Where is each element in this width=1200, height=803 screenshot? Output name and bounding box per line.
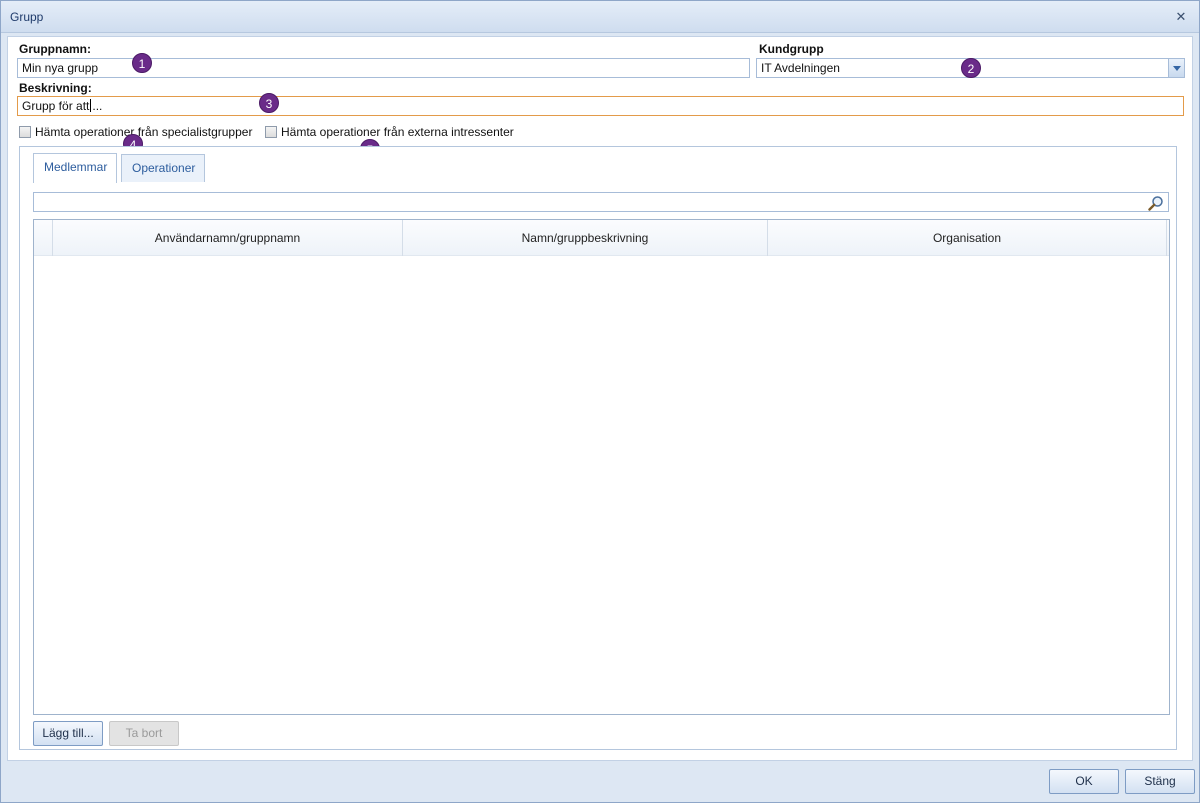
callout-badge-2: 2	[961, 58, 981, 78]
tab-medlemmar[interactable]: Medlemmar	[33, 153, 117, 183]
title-bar: Grupp ✕	[1, 1, 1199, 33]
kundgrupp-value: IT Avdelningen	[761, 61, 840, 75]
beskrivning-label: Beskrivning:	[19, 81, 92, 95]
checkbox-externa-intressenter[interactable]: Hämta operationer från externa intressen…	[265, 125, 514, 139]
add-member-button[interactable]: Lägg till...	[33, 721, 103, 746]
tab-operationer[interactable]: Operationer	[121, 154, 205, 182]
ok-button[interactable]: OK	[1049, 769, 1119, 794]
callout-badge-3: 3	[259, 93, 279, 113]
members-grid: Användarnamn/gruppnamn Namn/gruppbeskriv…	[33, 219, 1170, 715]
row-indicator-column	[34, 220, 53, 256]
column-header-organisation[interactable]: Organisation	[768, 220, 1167, 256]
checkbox-box[interactable]	[19, 126, 31, 138]
column-header-namn[interactable]: Namn/gruppbeskrivning	[403, 220, 768, 256]
gruppnamn-label: Gruppnamn:	[19, 42, 91, 56]
kundgrupp-label: Kundgrupp	[759, 42, 824, 56]
window-title: Grupp	[10, 10, 44, 24]
beskrivning-value-after-caret: ...	[92, 99, 103, 113]
gruppnamn-input[interactable]: Min nya grupp	[17, 58, 750, 78]
chevron-down-icon[interactable]	[1168, 59, 1184, 77]
checkbox-box[interactable]	[265, 126, 277, 138]
search-input[interactable]	[33, 192, 1169, 212]
checkbox-specialistgrupper-label: Hämta operationer från specialistgrupper	[35, 125, 253, 139]
callout-badge-1: 1	[132, 53, 152, 73]
close-icon[interactable]: ✕	[1173, 9, 1189, 25]
close-button[interactable]: Stäng	[1125, 769, 1195, 794]
dialog-window: Grupp ✕ Gruppnamn: Min nya grupp Kundgru…	[0, 0, 1200, 803]
search-icon[interactable]	[1148, 195, 1164, 211]
beskrivning-input[interactable]: Grupp för att...	[17, 96, 1184, 116]
grid-header: Användarnamn/gruppnamn Namn/gruppbeskriv…	[34, 220, 1169, 256]
checkbox-externa-label: Hämta operationer från externa intressen…	[281, 125, 514, 139]
remove-member-button[interactable]: Ta bort	[109, 721, 179, 746]
beskrivning-value-before-caret: Grupp för att	[22, 99, 90, 113]
column-header-anvandarnamn[interactable]: Användarnamn/gruppnamn	[53, 220, 403, 256]
gruppnamn-value: Min nya grupp	[22, 61, 99, 75]
